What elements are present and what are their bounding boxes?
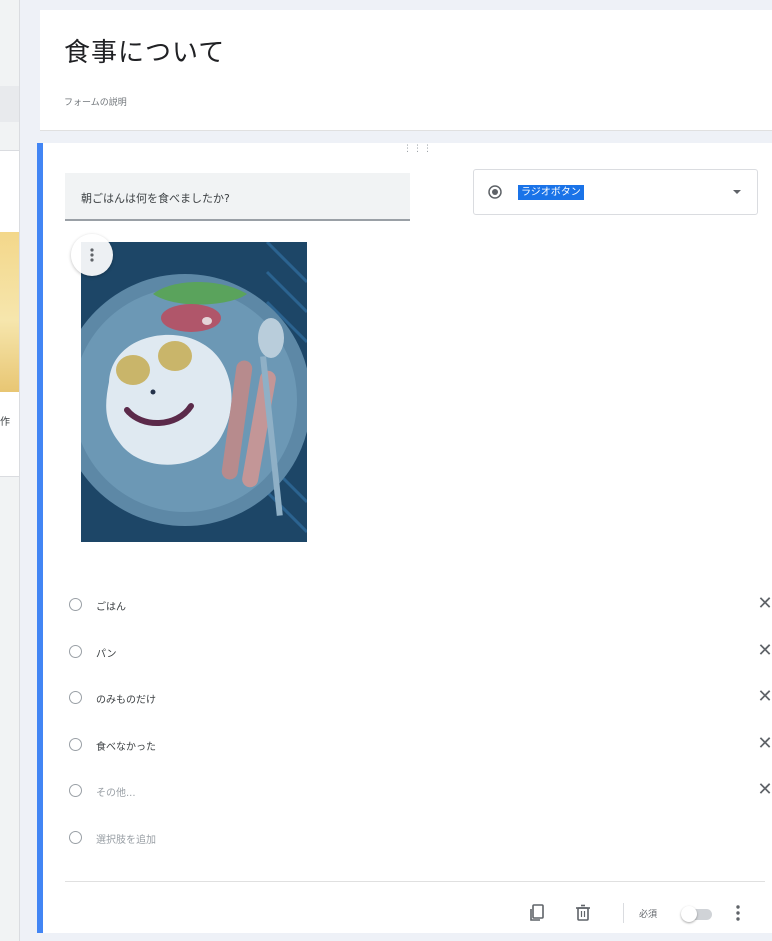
- close-icon[interactable]: ✕: [755, 640, 772, 661]
- option-row[interactable]: ごはん ✕: [63, 589, 772, 636]
- image-menu-button[interactable]: [71, 234, 113, 276]
- option-label[interactable]: ごはん: [96, 598, 126, 613]
- trash-icon[interactable]: [573, 903, 593, 923]
- radio-icon: [69, 830, 82, 844]
- form-title[interactable]: 食事について: [64, 32, 225, 69]
- close-icon[interactable]: ✕: [755, 780, 772, 800]
- radio-icon: [69, 784, 82, 797]
- side-panel-thumbnail: [0, 232, 19, 392]
- footer-divider: [65, 881, 765, 882]
- form-header: 食事について フォームの説明: [40, 10, 772, 131]
- toggle-thumb: [681, 906, 697, 922]
- drag-handle-icon[interactable]: ⋮⋮⋮: [403, 145, 432, 157]
- radio-icon: [69, 598, 82, 611]
- close-icon[interactable]: ✕: [755, 733, 772, 754]
- option-row[interactable]: パン ✕: [63, 636, 772, 683]
- breakfast-photo: [81, 242, 307, 542]
- dropdown-arrow-icon: [733, 190, 741, 194]
- side-panel-bar: [0, 86, 19, 122]
- option-row[interactable]: のみものだけ ✕: [63, 682, 772, 729]
- copy-icon[interactable]: [527, 903, 547, 923]
- other-option-label[interactable]: その他...: [96, 784, 136, 799]
- option-list: ごはん ✕ パン ✕ のみものだけ ✕ 食べなかった ✕ その他... ✕ 選択…: [63, 589, 772, 869]
- required-label: 必須: [639, 910, 658, 920]
- side-panel: 作: [0, 0, 20, 941]
- side-panel-text: 作: [0, 417, 10, 428]
- other-option-row[interactable]: その他... ✕: [63, 775, 772, 822]
- footer-separator: [623, 903, 624, 923]
- question-title-field[interactable]: 朝ごはんは何を食べましたか?: [65, 173, 410, 221]
- close-icon[interactable]: ✕: [755, 594, 772, 614]
- add-option-button[interactable]: 選択肢を追加: [96, 831, 156, 846]
- radio-icon: [69, 737, 82, 751]
- question-image[interactable]: [81, 242, 307, 542]
- question-type-label: ラジオボタン: [518, 185, 584, 200]
- more-vert-icon[interactable]: [733, 903, 743, 923]
- more-vert-icon: [90, 248, 94, 262]
- question-card[interactable]: ⋮⋮⋮ 朝ごはんは何を食べましたか? ラジオボタン ごはん ✕ パン ✕ のみも…: [37, 143, 772, 933]
- question-footer: 必須: [43, 895, 772, 925]
- option-label[interactable]: のみものだけ: [96, 691, 156, 706]
- form-description[interactable]: フォームの説明: [64, 95, 127, 108]
- question-type-select[interactable]: ラジオボタン: [473, 169, 758, 215]
- option-label[interactable]: パン: [96, 645, 117, 660]
- question-title: 朝ごはんは何を食べましたか?: [81, 192, 230, 205]
- option-row[interactable]: 食べなかった ✕: [63, 729, 772, 776]
- add-option-row[interactable]: 選択肢を追加: [63, 822, 763, 869]
- option-label[interactable]: 食べなかった: [96, 738, 156, 753]
- radio-icon: [69, 644, 82, 658]
- radio-icon: [69, 691, 82, 704]
- required-toggle[interactable]: [681, 906, 713, 922]
- close-icon[interactable]: ✕: [755, 687, 772, 707]
- radio-checked-icon: [488, 185, 502, 199]
